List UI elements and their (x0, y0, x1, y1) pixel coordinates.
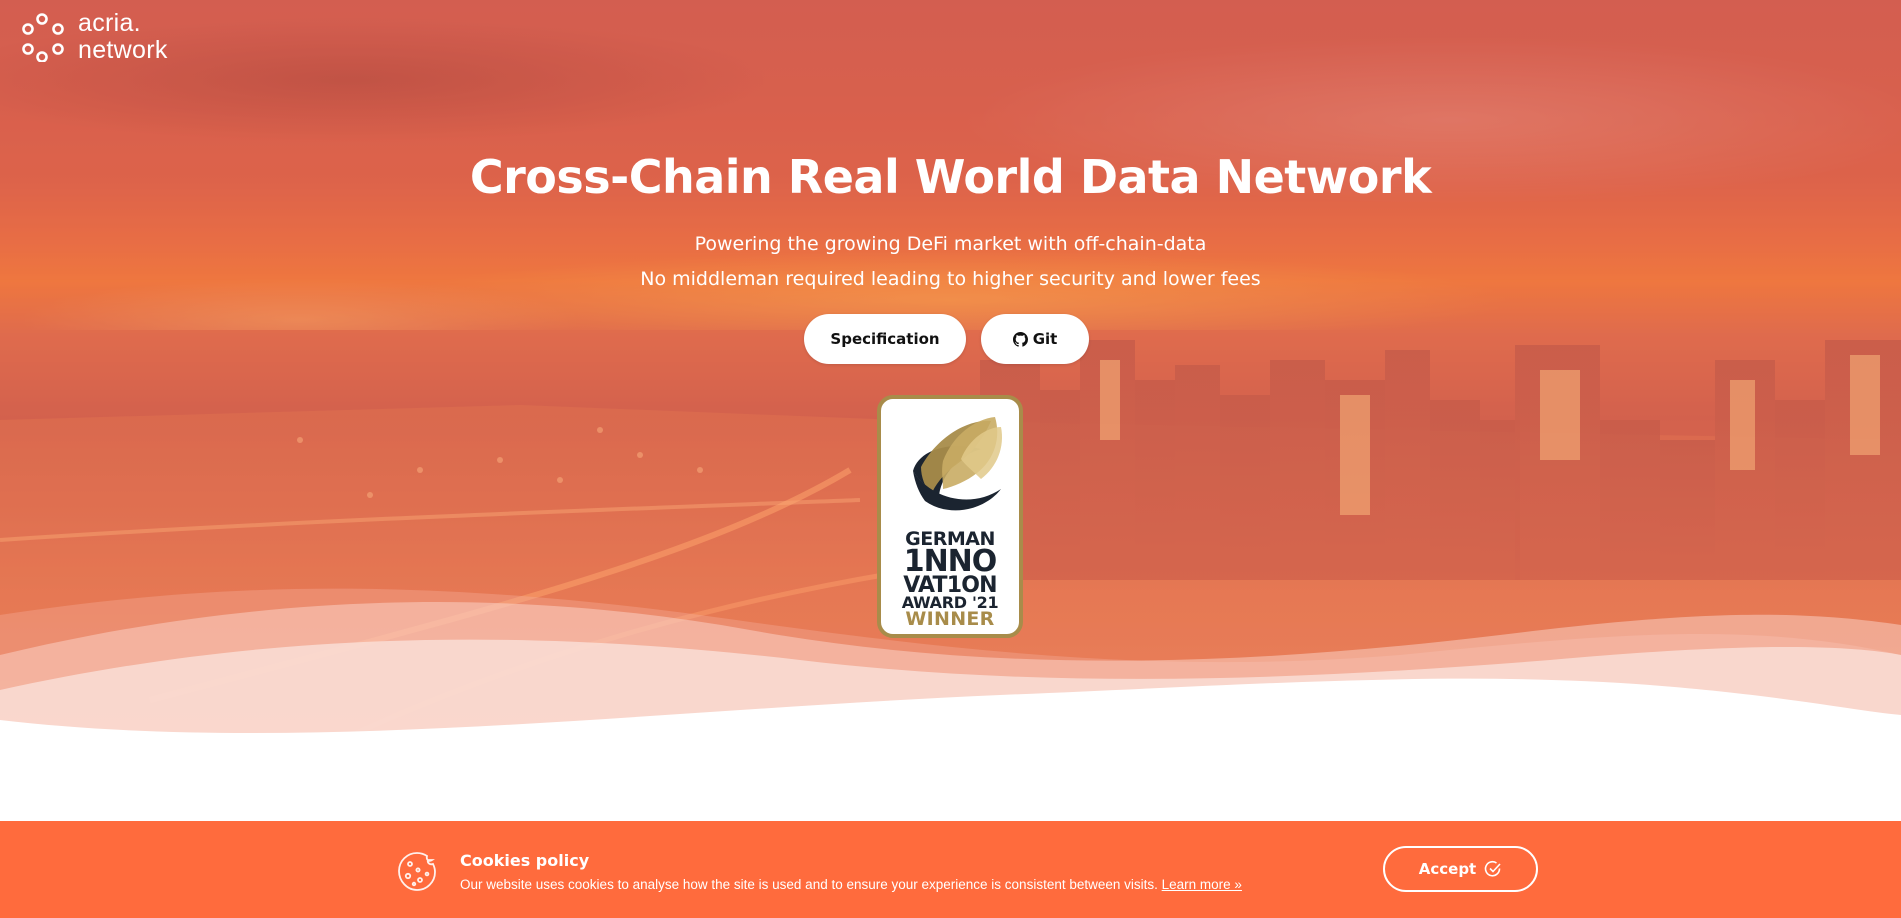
page: acria. network Cross-Chain Real World Da… (0, 0, 1901, 918)
award-line5: WINNER (905, 608, 995, 631)
accept-cookies-button[interactable]: Accept (1383, 846, 1538, 892)
hero-subtitle-2: No middleman required leading to higher … (640, 268, 1261, 290)
specification-button[interactable]: Specification (804, 314, 966, 364)
accept-label: Accept (1418, 860, 1477, 878)
award-line2: 1NNO (903, 544, 998, 580)
github-icon (1012, 331, 1028, 347)
logo[interactable]: acria. network (20, 10, 168, 64)
dots-logo-icon (22, 13, 64, 62)
cookie-icon (398, 852, 436, 891)
learn-more-link[interactable]: Learn more » (1162, 877, 1242, 892)
hero-subtitle-1: Powering the growing DeFi market with of… (694, 233, 1207, 255)
cookie-description-text: Our website uses cookies to analyse how … (460, 877, 1158, 892)
hero-title: Cross-Chain Real World Data Network (469, 150, 1432, 204)
check-circle-icon (1484, 860, 1501, 877)
award-emblem-icon (913, 417, 1003, 511)
cookie-title: Cookies policy (460, 851, 590, 870)
logo-text: acria. network (78, 10, 168, 64)
award-text: GERMAN 1NNO VAT1ON AWARD '21 WINNER (881, 529, 1019, 631)
git-button-label: Git (1032, 330, 1058, 348)
logo-line2: network (78, 36, 168, 64)
logo-line1: acria. (78, 9, 141, 37)
cookie-banner: Cookies policy Our website uses cookies … (0, 821, 1901, 918)
hero-section: acria. network Cross-Chain Real World Da… (0, 0, 1901, 760)
award-badge: GERMAN 1NNO VAT1ON AWARD '21 WINNER (877, 395, 1023, 638)
git-button[interactable]: Git (981, 314, 1089, 364)
cookie-description: Our website uses cookies to analyse how … (460, 877, 1242, 892)
